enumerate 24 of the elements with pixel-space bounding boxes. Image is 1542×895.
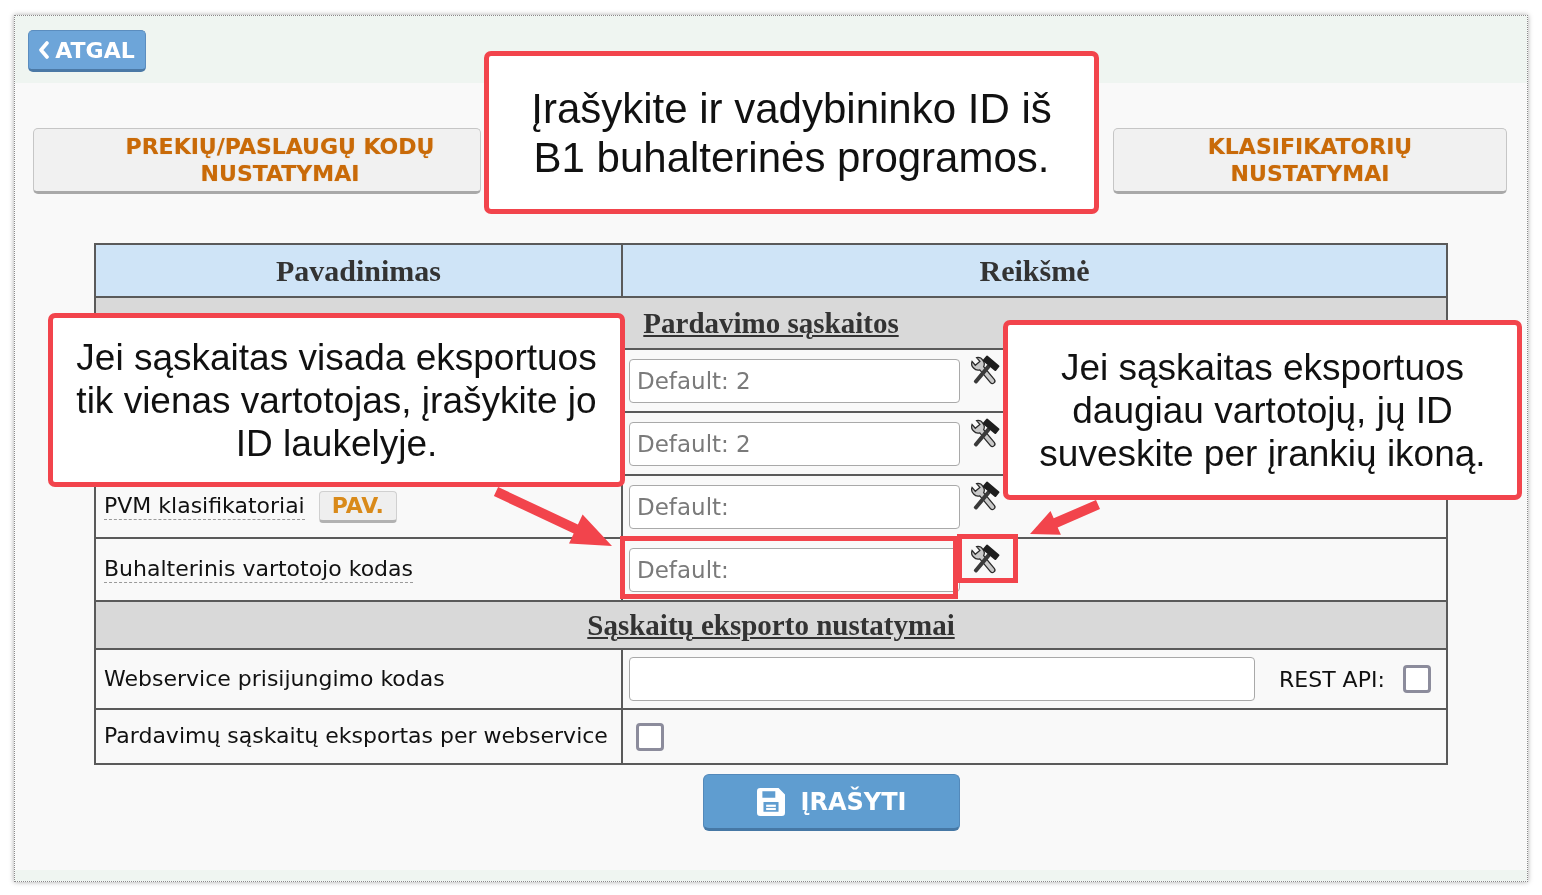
input-field[interactable] — [629, 657, 1255, 701]
nav-button[interactable]: KLASIFIKATORIŲ NUSTATYMAI — [1113, 128, 1507, 194]
column-header: Reikšmė — [622, 244, 1447, 297]
field-label: Webservice prisijungimo kodas — [104, 665, 445, 693]
field-label: Buhalterinis vartotojo kodas — [104, 556, 413, 583]
field-label: Pardavimų sąskaitų eksportas per webservice — [104, 723, 608, 750]
save-button[interactable]: ĮRAŠYTI — [703, 774, 960, 831]
annotation-callout: Jei sąskaitas eksportuos daugiau vartotojų, jų ID suveskite per įrankių ikoną. — [1003, 320, 1522, 500]
chevron-left-icon — [39, 41, 50, 59]
annotation-callout: Jei sąskaitas visada eksportuos tik vienas vartotojas, įrašykite jo ID laukelyje. — [48, 313, 625, 487]
field-label: PVM klasifikatoriai — [104, 493, 305, 520]
input-field[interactable]: Default: — [629, 484, 960, 529]
checkbox[interactable] — [636, 722, 664, 751]
column-header: Pavadinimas — [95, 244, 622, 297]
input-field[interactable]: Default: 2 — [629, 358, 960, 403]
nav-button[interactable]: PREKIŲ/PASLAUGŲ KODŲ NUSTATYMAI — [33, 128, 481, 194]
section-header: Sąskaitų eksporto nustatymai — [95, 601, 1447, 649]
checkbox[interactable] — [1402, 665, 1431, 693]
back-button[interactable]: ATGAL — [28, 30, 146, 72]
input-field[interactable]: Default: 2 — [629, 421, 960, 466]
annotation-callout: Įrašykite ir vadybininko ID iš B1 buhalterinės programos. — [484, 51, 1099, 214]
inline-button[interactable]: PAV. — [318, 490, 397, 523]
input-field[interactable]: Default: — [629, 547, 960, 592]
option-label: REST API: — [1279, 666, 1385, 692]
